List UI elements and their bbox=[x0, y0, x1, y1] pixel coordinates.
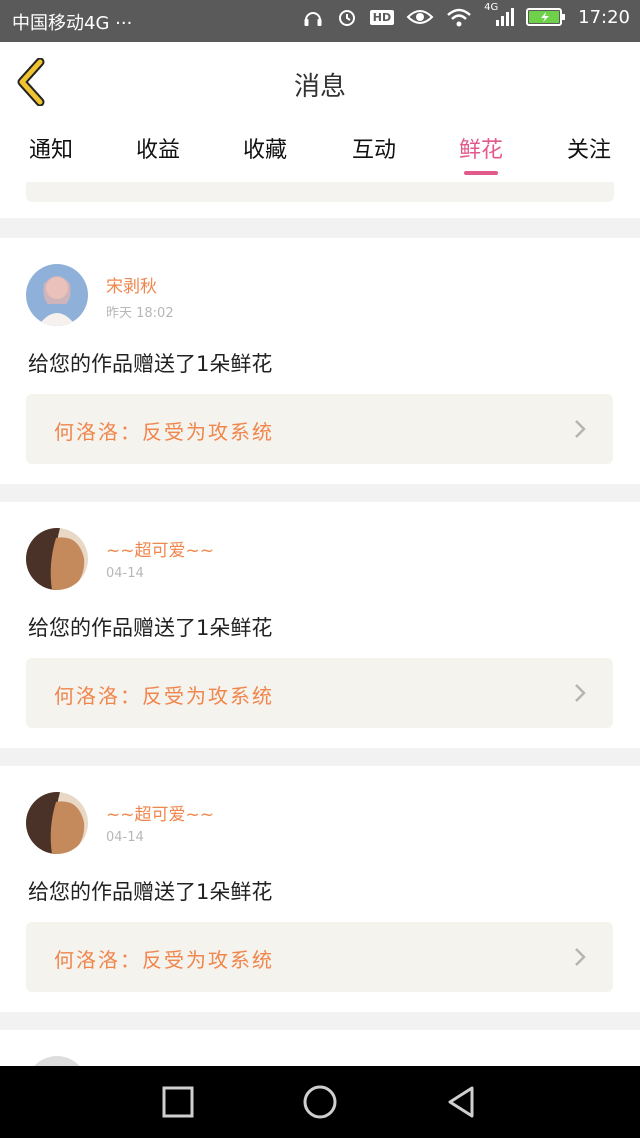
nav-back-icon[interactable] bbox=[444, 1084, 480, 1120]
chevron-right-icon bbox=[575, 420, 586, 438]
chevron-right-icon bbox=[575, 948, 586, 966]
tab-interactions[interactable]: 互动 bbox=[339, 132, 409, 164]
message-card: 宋剥秋 昨天 18:02 给您的作品赠送了1朵鲜花 何洛洛：反受为攻系统 bbox=[0, 238, 640, 484]
tab-favorites[interactable]: 收藏 bbox=[230, 132, 300, 164]
app-header: 消息 bbox=[0, 42, 640, 123]
next-card-fragment bbox=[0, 1030, 640, 1066]
timestamp: 04-14 bbox=[106, 830, 144, 845]
work-link[interactable]: 何洛洛：反受为攻系统 bbox=[26, 658, 613, 728]
username[interactable]: ~~超可爱~~ bbox=[106, 536, 214, 561]
nav-circle-icon[interactable] bbox=[302, 1084, 338, 1120]
tab-following[interactable]: 关注 bbox=[554, 132, 624, 164]
message-card: ~~超可爱~~ 04-14 给您的作品赠送了1朵鲜花 何洛洛：反受为攻系统 bbox=[0, 502, 640, 748]
wifi-icon bbox=[446, 7, 472, 27]
network-label: 4G bbox=[484, 2, 499, 13]
battery-icon bbox=[526, 7, 566, 27]
work-link[interactable]: 何洛洛：反受为攻系统 bbox=[26, 922, 613, 992]
status-bar: 中国移动4G ··· HD 4G 17:20 bbox=[0, 0, 640, 42]
message-text: 给您的作品赠送了1朵鲜花 bbox=[28, 880, 273, 904]
eye-icon bbox=[406, 7, 434, 27]
previous-work-box bbox=[26, 182, 614, 202]
work-title: 何洛洛：反受为攻系统 bbox=[54, 420, 274, 444]
system-nav-bar bbox=[0, 1066, 640, 1138]
page-title: 消息 bbox=[293, 72, 346, 102]
previous-card-fragment bbox=[0, 182, 640, 218]
username[interactable]: 宋剥秋 bbox=[106, 272, 157, 297]
nav-square-icon[interactable] bbox=[160, 1084, 196, 1120]
signal-icon: 4G bbox=[484, 2, 515, 28]
message-text: 给您的作品赠送了1朵鲜花 bbox=[28, 352, 273, 376]
alarm-icon bbox=[336, 6, 358, 28]
message-text: 给您的作品赠送了1朵鲜花 bbox=[28, 616, 273, 640]
message-card: ~~超可爱~~ 04-14 给您的作品赠送了1朵鲜花 何洛洛：反受为攻系统 bbox=[0, 766, 640, 1012]
avatar[interactable] bbox=[26, 264, 88, 326]
work-title: 何洛洛：反受为攻系统 bbox=[54, 948, 274, 972]
work-title: 何洛洛：反受为攻系统 bbox=[54, 684, 274, 708]
username[interactable]: ~~超可爱~~ bbox=[106, 800, 214, 825]
avatar[interactable] bbox=[26, 792, 88, 854]
carrier-label: 中国移动4G ··· bbox=[12, 13, 133, 34]
timestamp: 04-14 bbox=[106, 566, 144, 581]
work-link[interactable]: 何洛洛：反受为攻系统 bbox=[26, 394, 613, 464]
tab-flowers[interactable]: 鲜花 bbox=[446, 132, 516, 164]
tab-notifications[interactable]: 通知 bbox=[16, 132, 86, 164]
message-tabs: 通知 收益 收藏 互动 鲜花 关注 bbox=[0, 122, 640, 182]
active-tab-indicator bbox=[464, 171, 498, 175]
clock: 17:20 bbox=[578, 6, 630, 28]
avatar[interactable] bbox=[26, 1056, 88, 1066]
avatar[interactable] bbox=[26, 528, 88, 590]
hd-icon: HD bbox=[369, 9, 395, 25]
chevron-right-icon bbox=[575, 684, 586, 702]
tab-earnings[interactable]: 收益 bbox=[123, 132, 193, 164]
timestamp: 昨天 18:02 bbox=[106, 306, 174, 321]
headphones-icon bbox=[302, 6, 324, 28]
